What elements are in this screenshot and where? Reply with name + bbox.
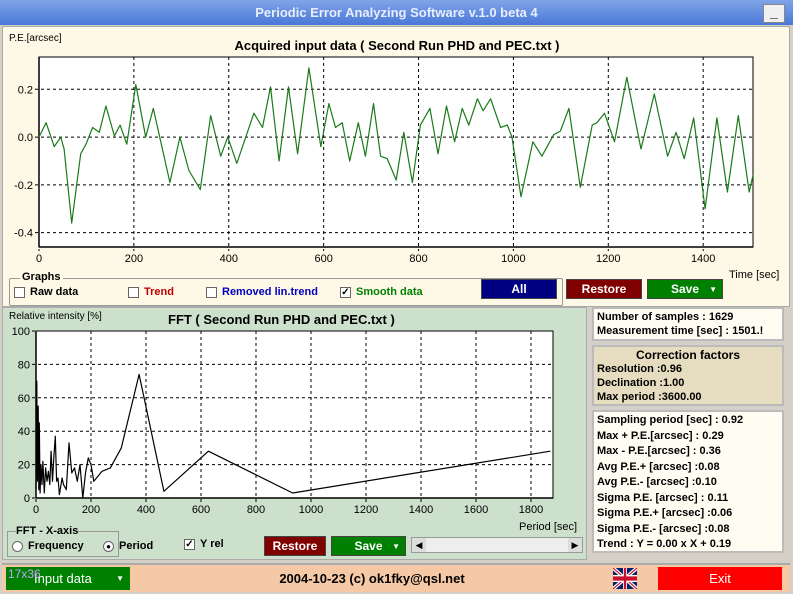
save-label: Save: [354, 539, 383, 553]
x-axis-label: Period [sec]: [519, 521, 578, 533]
horizontal-scrollbar[interactable]: ◀ ▶: [411, 537, 583, 553]
y-tick-label: 100: [12, 326, 30, 338]
uk-flag-icon[interactable]: [613, 568, 637, 589]
frequency-radio[interactable]: Frequency: [12, 540, 84, 552]
x-tick-label: 1200: [354, 504, 378, 516]
checkbox-box[interactable]: [206, 286, 217, 298]
samples-panel: Number of samples : 1629 Measurement tim…: [592, 307, 784, 341]
checkbox-box[interactable]: ✓: [340, 286, 351, 298]
result-line: Avg P.E.- [arcsec] :0.10: [597, 476, 717, 488]
y-tick-label: 40: [18, 426, 30, 438]
x-tick-label: 0: [33, 504, 39, 516]
results-panel: Sampling period [sec] : 0.92 Max + P.E.[a…: [592, 410, 784, 553]
fft-save-dropdown[interactable]: Save ▼: [331, 536, 406, 556]
y-tick-label: 60: [18, 393, 30, 405]
result-line: Max + P.E.[arcsec] : 0.29: [597, 429, 724, 442]
graphs-legend: Graphs: [20, 271, 63, 283]
scroll-left-icon[interactable]: ◀: [412, 538, 426, 552]
plot-area: [35, 330, 554, 499]
input-data-panel: P.E.[arcsec] Acquired input data ( Secon…: [2, 26, 790, 307]
checkbox-box[interactable]: ✓: [184, 538, 195, 550]
x-tick-label: 600: [314, 253, 332, 265]
smooth-data-checkbox[interactable]: ✓ Smooth data: [340, 286, 423, 298]
fft-x-axis-legend: FFT - X-axis: [16, 525, 79, 537]
x-tick-label: 1800: [519, 504, 543, 516]
x-tick-label: 400: [220, 253, 238, 265]
fft-restore-button[interactable]: Restore: [264, 536, 326, 556]
fft-panel: Relative intensity [%] FFT ( Second Run …: [2, 307, 587, 560]
correction-title: Correction factors: [635, 348, 741, 362]
input-data-chart: 0 200 400 600 800 1000 1200 1400 -0.4 -0.2 0.0 0.2: [14, 56, 754, 265]
chevron-down-icon: ▼: [709, 285, 717, 294]
trend-checkbox[interactable]: Trend: [128, 286, 174, 298]
fft-chart: 0 200 400 600 800 1000 1200 1400 1600 1800 0 20 40 60…: [12, 326, 554, 516]
y-tick-label: -0.2: [14, 180, 33, 192]
y-rel-label: Y rel: [200, 538, 224, 550]
period-radio[interactable]: ● Period: [103, 540, 153, 552]
x-tick-label: 1200: [596, 253, 620, 265]
x-tick-label: 0: [36, 253, 42, 265]
declination: Declination :1.00: [597, 377, 685, 389]
checkbox-box[interactable]: [14, 286, 25, 298]
result-line: Avg P.E.+ [arcsec] :0.08: [597, 460, 720, 473]
checkbox-box[interactable]: [128, 286, 139, 298]
measurement-time: Measurement time [sec] : 1501.!: [597, 325, 764, 337]
result-line: Max - P.E.[arcsec] : 0.36: [597, 445, 721, 457]
plot-area: [38, 56, 754, 248]
x-tick-label: 1000: [501, 253, 525, 265]
y-tick-label: 20: [18, 460, 30, 472]
y-tick-label: -0.4: [14, 228, 33, 240]
x-axis-label: Time [sec]: [729, 269, 780, 281]
y-rel-checkbox[interactable]: ✓ Y rel: [184, 538, 224, 550]
save-label: Save: [670, 282, 700, 296]
x-tick-label: 1400: [409, 504, 433, 516]
correction-factors-panel: Correction factors Resolution :0.96 Decl…: [592, 345, 784, 406]
removed-lin-trend-checkbox[interactable]: Removed lin.trend: [206, 286, 318, 298]
x-tick-label: 200: [125, 253, 143, 265]
restore-button[interactable]: Restore: [566, 279, 642, 299]
minimize-button[interactable]: _: [763, 4, 785, 23]
result-line: Sampling period [sec] : 0.92: [597, 414, 744, 426]
radio-circle[interactable]: ●: [103, 540, 114, 552]
frequency-label: Frequency: [28, 540, 84, 552]
x-tick-label: 400: [137, 504, 155, 516]
period-label: Period: [119, 540, 154, 552]
x-tick-label: 200: [82, 504, 100, 516]
result-line: Trend : Y = 0.00 x X + 0.19: [597, 538, 732, 550]
y-tick-label: 80: [18, 359, 30, 371]
window-title: Periodic Error Analyzing Software v.1.0 …: [255, 5, 538, 20]
x-tick-label: 600: [192, 504, 210, 516]
save-dropdown[interactable]: Save ▼: [647, 279, 723, 299]
x-tick-label: 800: [409, 253, 427, 265]
raw-data-checkbox[interactable]: Raw data: [14, 286, 78, 298]
raw-data-label: Raw data: [30, 286, 79, 298]
x-tick-label: 1000: [299, 504, 323, 516]
x-tick-label: 800: [247, 504, 265, 516]
exit-button[interactable]: Exit: [658, 567, 782, 590]
chevron-down-icon: ▼: [392, 542, 400, 551]
y-tick-label: 0: [24, 493, 30, 505]
max-period: Max period :3600.00: [597, 391, 702, 403]
graphs-group: Graphs Raw data Trend Removed lin.trend …: [9, 271, 563, 306]
removed-lin-trend-label: Removed lin.trend: [222, 286, 318, 298]
title-bar: Periodic Error Analyzing Software v.1.0 …: [0, 0, 793, 25]
result-line: Sigma P.E.- [arcsec] :0.08: [597, 522, 730, 535]
all-button[interactable]: All: [481, 279, 557, 299]
x-tick-label: 1400: [691, 253, 715, 265]
radio-circle[interactable]: [12, 540, 23, 552]
number-of-samples: Number of samples : 1629: [597, 311, 734, 323]
scroll-right-icon[interactable]: ▶: [568, 538, 582, 552]
x-tick-label: 1600: [464, 504, 488, 516]
result-line: Sigma P.E. [arcsec] : 0.11: [597, 491, 729, 504]
fft-x-axis-group: FFT - X-axis Frequency ● Period: [7, 525, 153, 557]
resolution: Resolution :0.96: [597, 363, 682, 375]
trend-label: Trend: [144, 286, 174, 298]
result-line: Sigma P.E.+ [arcsec] :0.06: [597, 507, 733, 519]
status-bar: 17x36 Input data ▼ 2004-10-23 (c) ok1fky…: [2, 563, 790, 592]
y-tick-label: 0.0: [18, 132, 33, 144]
smooth-data-label: Smooth data: [356, 286, 423, 298]
y-tick-label: 0.2: [18, 84, 33, 96]
